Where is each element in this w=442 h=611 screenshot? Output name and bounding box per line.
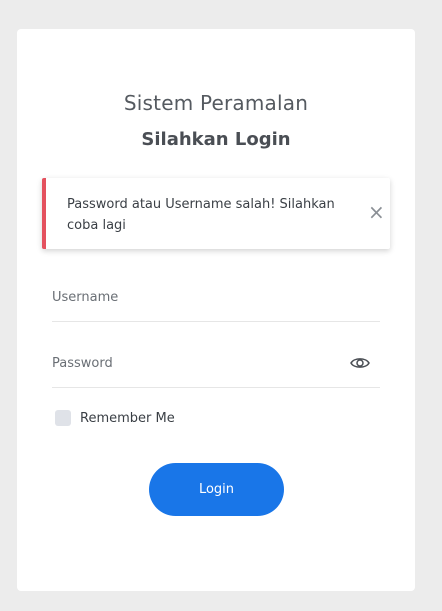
login-button[interactable]: Login — [149, 463, 284, 516]
username-input[interactable] — [52, 277, 332, 317]
remember-me-checkbox[interactable] — [55, 410, 71, 426]
error-alert: Password atau Username salah! Silahkan c… — [42, 178, 390, 249]
alert-message: Password atau Username salah! Silahkan c… — [67, 197, 335, 233]
password-field-wrapper — [52, 343, 380, 388]
remember-me: Remember Me — [55, 409, 175, 427]
login-heading: Silahkan Login — [141, 129, 291, 150]
username-field-wrapper — [52, 277, 380, 322]
close-icon[interactable]: × — [368, 202, 385, 222]
login-card: Sistem Peramalan Silahkan Login Password… — [17, 29, 415, 591]
remember-me-label: Remember Me — [80, 410, 175, 426]
password-input[interactable] — [52, 343, 332, 383]
app-title: Sistem Peramalan — [123, 91, 309, 115]
eye-icon[interactable] — [350, 353, 370, 373]
